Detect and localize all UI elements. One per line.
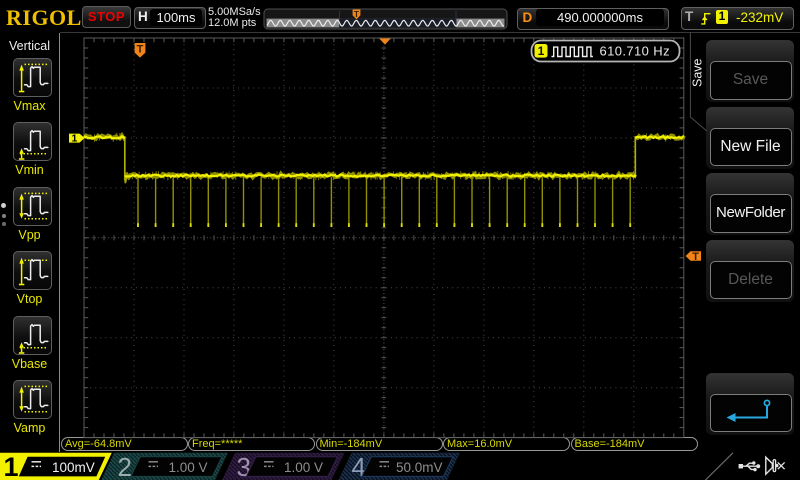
svg-text:100mV: 100mV — [52, 460, 95, 475]
svg-text:T: T — [137, 43, 144, 55]
svg-text:Save: Save — [691, 58, 705, 87]
svg-text:4: 4 — [352, 452, 366, 480]
svg-text:610.710 Hz: 610.710 Hz — [600, 43, 671, 58]
svg-text:1.00 V: 1.00 V — [284, 460, 323, 475]
svg-text:1: 1 — [538, 44, 545, 58]
svg-text:50.0mV: 50.0mV — [396, 460, 443, 475]
svg-text:1: 1 — [71, 133, 77, 145]
svg-text:T: T — [692, 251, 699, 263]
svg-text:1: 1 — [4, 452, 19, 480]
svg-text:2: 2 — [118, 452, 132, 480]
svg-text:1.00 V: 1.00 V — [169, 460, 208, 475]
svg-text:3: 3 — [237, 452, 251, 480]
